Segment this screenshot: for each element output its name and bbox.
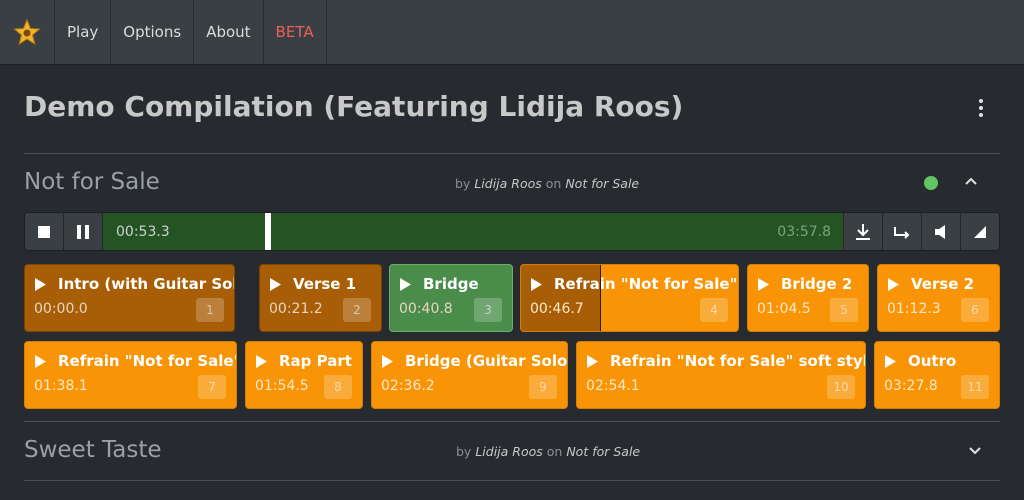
play-icon: [35, 277, 46, 291]
segment-time: 02:36.2: [381, 378, 435, 394]
download-button[interactable]: [843, 213, 882, 250]
pause-button[interactable]: [64, 213, 103, 250]
segment-time: 01:04.5: [757, 301, 811, 317]
segment-button[interactable]: Verse 1 00:21.2 2: [259, 264, 382, 332]
track-artist[interactable]: Lidija Roos: [474, 176, 541, 191]
segment-title: Bridge 2: [781, 275, 853, 293]
segment-label: Bridge: [400, 275, 479, 293]
play-icon: [531, 277, 542, 291]
segment-title: Refrain "Not for Sale": [58, 352, 237, 370]
more-options-icon[interactable]: [972, 96, 990, 120]
segment-label: Bridge 2: [758, 275, 852, 293]
segment-label: Verse 1: [270, 275, 356, 293]
progress-track[interactable]: 00:53.3 03:57.8: [103, 213, 843, 250]
segment-label: Outro: [885, 352, 956, 370]
segment-number-badge: 4: [700, 298, 728, 322]
segment-time: 00:40.8: [399, 301, 453, 317]
segment-number-badge: 2: [343, 298, 371, 322]
player-bar: 00:53.3 03:57.8: [24, 212, 1000, 251]
segment-time: 00:46.7: [530, 301, 584, 317]
play-icon: [885, 354, 896, 368]
segment-time: 00:00.0: [34, 301, 88, 317]
segment-title: Outro: [908, 352, 957, 370]
track-title[interactable]: Not for Sale: [24, 169, 160, 195]
track-byline: by Lidija Roos on Not for Sale: [456, 444, 641, 459]
play-icon: [587, 354, 598, 368]
nav-options[interactable]: Options: [111, 0, 195, 64]
nav-about[interactable]: About: [194, 0, 264, 64]
play-icon: [758, 277, 769, 291]
volume-icon[interactable]: [921, 213, 960, 250]
segment-button[interactable]: Intro (with Guitar Solo) 00:00.0 1: [24, 264, 235, 332]
segment-time: 01:38.1: [34, 378, 88, 394]
track-byline: by Lidija Roos on Not for Sale: [455, 176, 640, 191]
segment-label: Verse 2: [888, 275, 974, 293]
nav-play[interactable]: Play: [55, 0, 112, 64]
segment-number-badge: 10: [827, 375, 855, 399]
play-icon: [888, 277, 899, 291]
segment-time: 00:21.2: [269, 301, 323, 317]
play-icon: [35, 354, 46, 368]
segment-title: Refrain "Not for Sale": [554, 275, 738, 293]
page-title: Demo Compilation (Featuring Lidija Roos): [24, 90, 684, 123]
segment-label: Refrain "Not for Sale": [35, 352, 237, 370]
play-icon: [256, 354, 267, 368]
segment-time: 01:54.5: [255, 378, 309, 394]
total-time: 03:57.8: [777, 224, 831, 240]
status-dot: [924, 176, 938, 190]
play-icon: [270, 277, 281, 291]
segment-button[interactable]: Bridge (Guitar Solo) 02:36.2 9: [371, 341, 568, 409]
segment-button[interactable]: Rap Part 01:54.5 8: [245, 341, 363, 409]
segment-number-badge: 3: [474, 298, 502, 322]
segment-button[interactable]: Verse 2 01:12.3 6: [877, 264, 1000, 332]
segment-number-badge: 1: [196, 298, 224, 322]
segment-number-badge: 5: [830, 298, 858, 322]
segment-number-badge: 11: [961, 375, 989, 399]
segment-time: 01:12.3: [887, 301, 941, 317]
segment-number-badge: 6: [961, 298, 989, 322]
segment-button[interactable]: Refrain "Not for Sale" soft style 02:54.1…: [576, 341, 866, 409]
app-logo-star-icon[interactable]: [0, 0, 55, 64]
segment-button[interactable]: Bridge 2 01:04.5 5: [747, 264, 869, 332]
segment-button[interactable]: Bridge 00:40.8 3: [389, 264, 513, 332]
volume-level-icon[interactable]: [960, 213, 999, 250]
segment-number-badge: 8: [324, 375, 352, 399]
track-title[interactable]: Sweet Taste: [24, 437, 162, 463]
play-icon: [382, 354, 393, 368]
segment-time: 02:54.1: [586, 378, 640, 394]
play-icon: [400, 277, 411, 291]
segment-button[interactable]: Refrain "Not for Sale" 00:46.7 4: [520, 264, 739, 332]
segment-number-badge: 7: [198, 375, 226, 399]
segment-button[interactable]: Outro 03:27.8 11: [874, 341, 1000, 409]
track-album[interactable]: Not for Sale: [566, 444, 640, 459]
stop-button[interactable]: [25, 213, 64, 250]
track-artist[interactable]: Lidija Roos: [475, 444, 542, 459]
loop-button[interactable]: [882, 213, 921, 250]
segment-time: 03:27.8: [884, 378, 938, 394]
nav-beta[interactable]: BETA: [264, 0, 327, 64]
segment-title: Verse 1: [293, 275, 357, 293]
divider: [24, 480, 1000, 481]
segment-title: Refrain "Not for Sale" soft style: [610, 352, 866, 370]
navbar: Play Options About BETA: [0, 0, 1024, 65]
segment-label: Rap Part: [256, 352, 352, 370]
segment-title: Bridge (Guitar Solo): [405, 352, 568, 370]
divider: [24, 153, 1000, 154]
current-time: 00:53.3: [116, 224, 170, 240]
segment-label: Refrain "Not for Sale": [531, 275, 737, 293]
segment-title: Rap Part: [279, 352, 352, 370]
chevron-down-icon[interactable]: [967, 443, 983, 459]
segment-label: Bridge (Guitar Solo): [382, 352, 568, 370]
segment-title: Intro (with Guitar Solo): [58, 275, 234, 293]
segment-title: Verse 2: [911, 275, 975, 293]
segment-number-badge: 9: [529, 375, 557, 399]
playhead-handle[interactable]: [265, 213, 272, 250]
track-album[interactable]: Not for Sale: [565, 176, 639, 191]
chevron-up-icon[interactable]: [963, 173, 979, 189]
segment-label: Refrain "Not for Sale" soft style: [587, 352, 866, 370]
segment-title: Bridge: [423, 275, 479, 293]
segment-label: Intro (with Guitar Solo): [35, 275, 234, 293]
segment-button[interactable]: Refrain "Not for Sale" 01:38.1 7: [24, 341, 237, 409]
divider: [24, 421, 1000, 422]
